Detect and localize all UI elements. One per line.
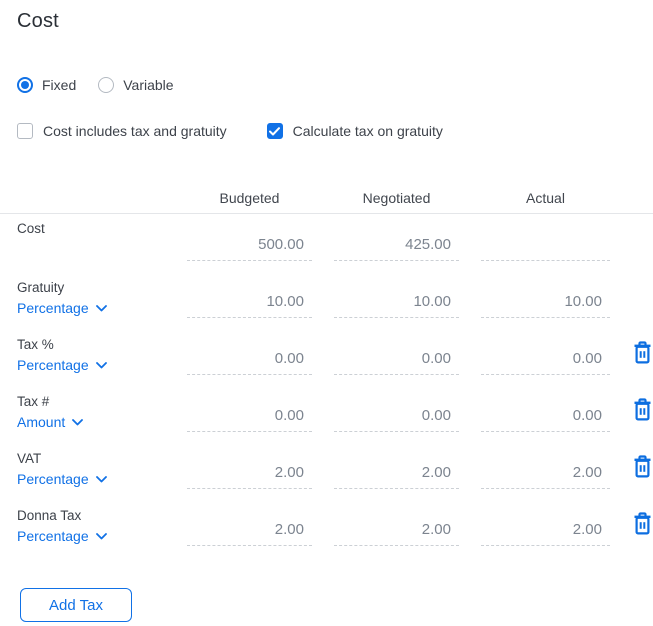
budgeted-input[interactable] (187, 460, 312, 489)
page-title: Cost (17, 10, 637, 33)
check-icon (267, 123, 283, 139)
checkbox-unchecked-icon (17, 123, 33, 139)
trash-cell (632, 398, 653, 427)
negotiated-input[interactable] (334, 346, 459, 375)
row-label-block: VAT Percentage (17, 444, 165, 489)
type-dropdown[interactable]: Amount (17, 414, 83, 430)
delete-tax-button[interactable] (632, 341, 653, 365)
actual-input[interactable] (481, 403, 610, 432)
table-row-cost: Cost (17, 214, 637, 273)
negotiated-input[interactable] (334, 289, 459, 318)
trash-icon (632, 341, 653, 365)
trash-cell (632, 341, 653, 370)
budgeted-input[interactable] (187, 289, 312, 318)
actual-input[interactable] (481, 346, 610, 375)
header-spacer (17, 190, 165, 206)
trash-icon (632, 455, 653, 479)
trash-icon (632, 398, 653, 422)
row-label: Gratuity (17, 280, 165, 295)
column-header-negotiated: Negotiated (334, 190, 459, 206)
radio-label: Fixed (42, 77, 76, 93)
cost-type-radio-group: Fixed Variable (17, 77, 637, 93)
table-row-tax-percent: Tax % Percentage (17, 330, 637, 387)
negotiated-input[interactable] (334, 232, 459, 261)
column-header-actual: Actual (481, 190, 610, 206)
row-label-block: Tax % Percentage (17, 330, 165, 375)
actual-input[interactable] (481, 460, 610, 489)
table-row-vat: VAT Percentage (17, 444, 637, 501)
actual-input[interactable] (481, 232, 610, 261)
header-spacer (632, 190, 653, 206)
type-dropdown-value: Percentage (17, 357, 89, 373)
trash-cell (632, 455, 653, 484)
radio-label: Variable (123, 77, 173, 93)
checkbox-cost-includes-tax[interactable]: Cost includes tax and gratuity (17, 123, 227, 139)
chevron-down-icon (72, 419, 83, 426)
table-row-gratuity: Gratuity Percentage (17, 273, 637, 330)
type-dropdown-value: Amount (17, 414, 65, 430)
type-dropdown-value: Percentage (17, 471, 89, 487)
checkbox-label: Calculate tax on gratuity (293, 123, 443, 139)
radio-unselected-icon (98, 77, 114, 93)
row-label-block: Donna Tax Percentage (17, 501, 165, 546)
row-label-block: Cost (17, 214, 165, 241)
cost-panel: Cost Fixed Variable Cost includes tax an… (0, 0, 653, 622)
row-label: Tax % (17, 337, 165, 352)
row-label-block: Gratuity Percentage (17, 273, 165, 318)
budgeted-input[interactable] (187, 232, 312, 261)
budgeted-input[interactable] (187, 517, 312, 546)
type-dropdown[interactable]: Percentage (17, 471, 107, 487)
delete-tax-button[interactable] (632, 455, 653, 479)
trash-cell (632, 512, 653, 541)
chevron-down-icon (96, 362, 107, 369)
actual-input[interactable] (481, 517, 610, 546)
type-dropdown-value: Percentage (17, 528, 89, 544)
delete-tax-button[interactable] (632, 398, 653, 422)
radio-option-fixed[interactable]: Fixed (17, 77, 76, 93)
chevron-down-icon (96, 533, 107, 540)
type-dropdown[interactable]: Percentage (17, 357, 107, 373)
type-dropdown[interactable]: Percentage (17, 528, 107, 544)
cost-options-group: Cost includes tax and gratuity Calculate… (17, 123, 637, 139)
checkbox-calculate-tax-on-gratuity[interactable]: Calculate tax on gratuity (267, 123, 443, 139)
chevron-down-icon (96, 476, 107, 483)
delete-tax-button[interactable] (632, 512, 653, 536)
trash-icon (632, 512, 653, 536)
column-header-budgeted: Budgeted (187, 190, 312, 206)
negotiated-input[interactable] (334, 403, 459, 432)
add-tax-button[interactable]: Add Tax (20, 588, 132, 622)
row-label: Cost (17, 221, 165, 236)
table-row-donna-tax: Donna Tax Percentage (17, 501, 637, 558)
negotiated-input[interactable] (334, 517, 459, 546)
table-row-tax-number: Tax # Amount (17, 387, 637, 444)
type-dropdown-value: Percentage (17, 300, 89, 316)
type-dropdown[interactable]: Percentage (17, 300, 107, 316)
checkbox-label: Cost includes tax and gratuity (43, 123, 227, 139)
row-label: VAT (17, 451, 165, 466)
table-header: Budgeted Negotiated Actual (17, 190, 637, 206)
row-label: Tax # (17, 394, 165, 409)
row-label: Donna Tax (17, 508, 165, 523)
budgeted-input[interactable] (187, 403, 312, 432)
radio-option-variable[interactable]: Variable (98, 77, 173, 93)
chevron-down-icon (96, 305, 107, 312)
negotiated-input[interactable] (334, 460, 459, 489)
row-label-block: Tax # Amount (17, 387, 165, 432)
radio-selected-icon (17, 77, 33, 93)
budgeted-input[interactable] (187, 346, 312, 375)
actual-input[interactable] (481, 289, 610, 318)
